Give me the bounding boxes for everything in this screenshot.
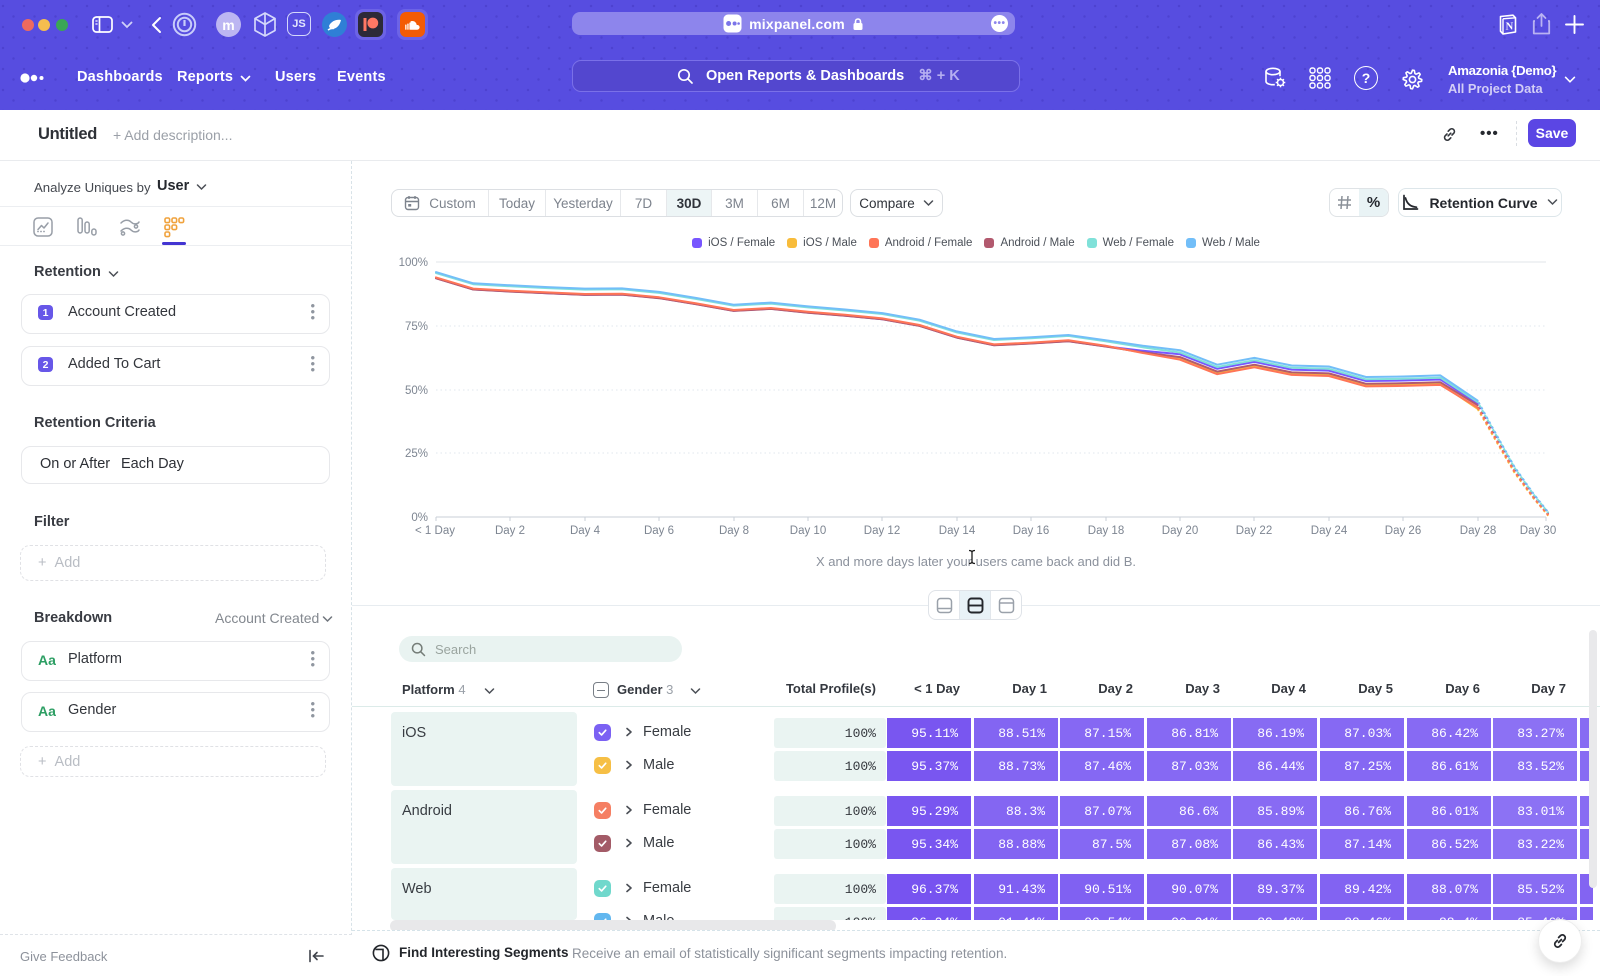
svg-text:100%: 100%: [399, 257, 428, 269]
svg-text:Day 12: Day 12: [864, 525, 900, 537]
svg-text:Day 10: Day 10: [790, 525, 826, 537]
svg-text:Day 20: Day 20: [1162, 525, 1198, 537]
svg-text:0%: 0%: [411, 512, 428, 524]
svg-text:N: N: [1506, 22, 1514, 33]
svg-text:75%: 75%: [405, 321, 428, 333]
svg-text:Day 30: Day 30: [1520, 525, 1556, 537]
svg-text:Day 16: Day 16: [1013, 525, 1049, 537]
svg-text:Day 24: Day 24: [1311, 525, 1348, 537]
svg-text:< 1 Day: < 1 Day: [415, 525, 455, 537]
svg-text:Day 22: Day 22: [1236, 525, 1272, 537]
svg-text:Day 4: Day 4: [570, 525, 601, 537]
svg-text:Day 28: Day 28: [1460, 525, 1496, 537]
svg-text:25%: 25%: [405, 448, 428, 460]
svg-text:Day 6: Day 6: [644, 525, 674, 537]
svg-text:Day 2: Day 2: [495, 525, 525, 537]
svg-text:50%: 50%: [405, 385, 428, 397]
svg-text:Day 8: Day 8: [719, 525, 749, 537]
svg-text:Day 14: Day 14: [939, 525, 976, 537]
svg-text:Day 18: Day 18: [1088, 525, 1124, 537]
svg-text:Day 26: Day 26: [1385, 525, 1421, 537]
